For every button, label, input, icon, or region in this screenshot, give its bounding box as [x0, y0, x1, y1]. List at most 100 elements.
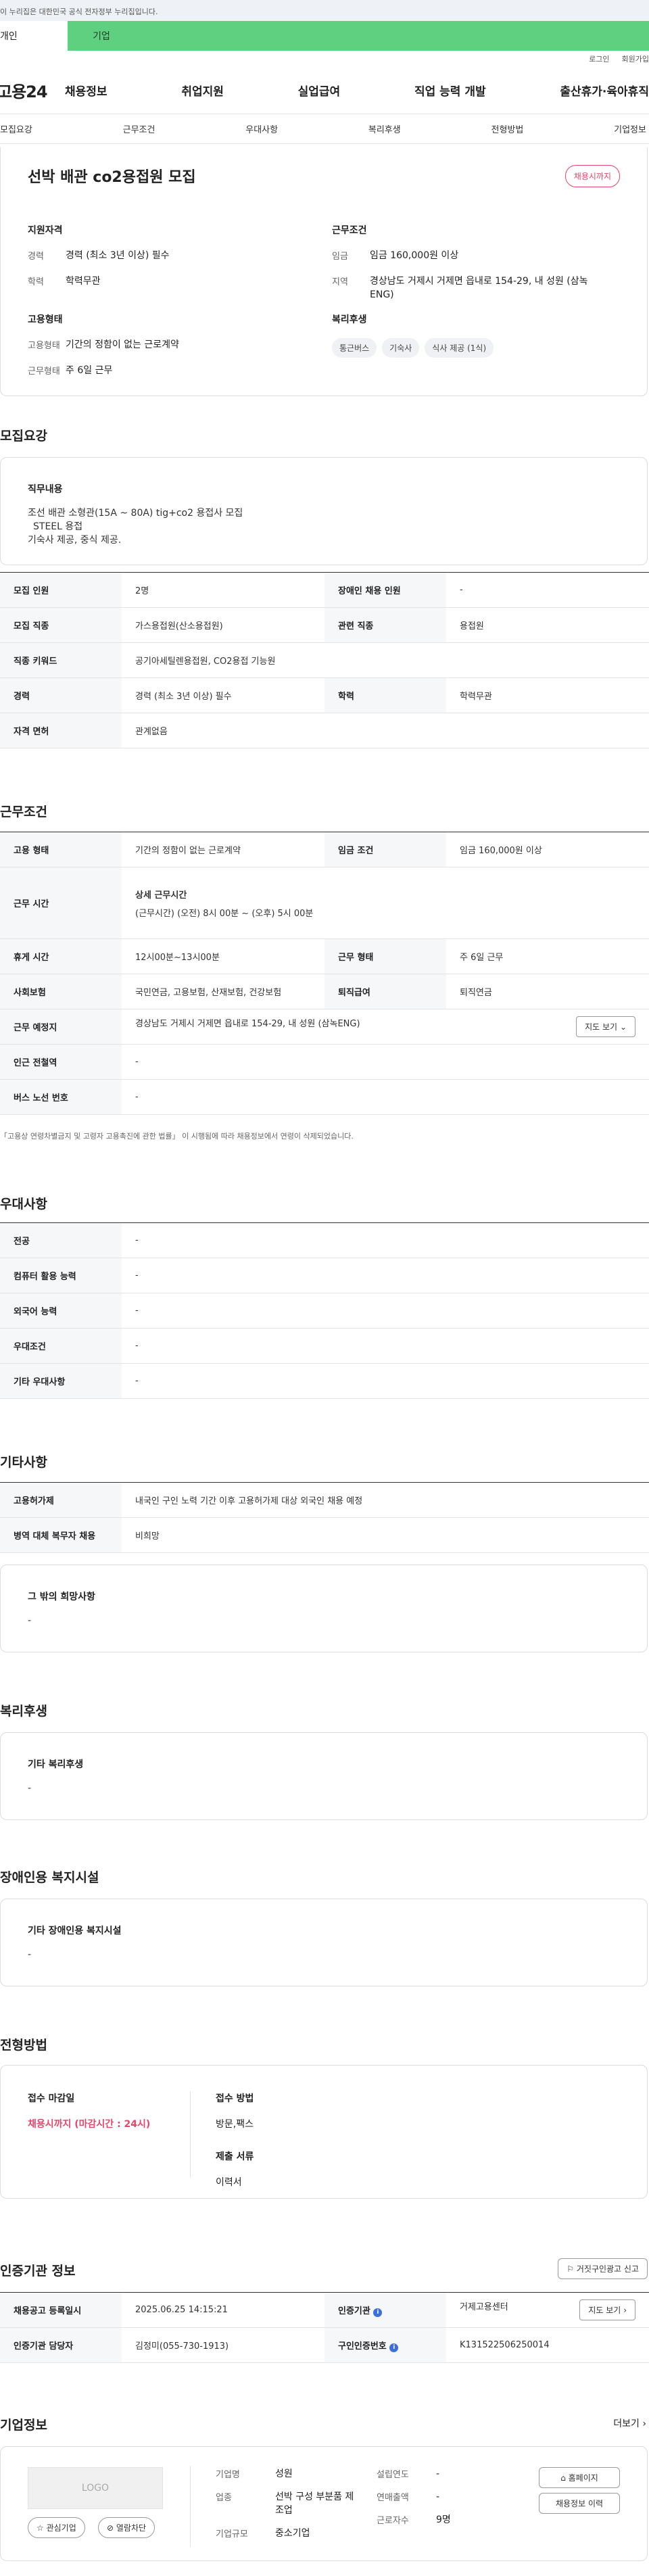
deadline-block: 접수 마감일 채용시까지 (마감시간 : 24시): [28, 2091, 150, 2130]
tab-company[interactable]: 기업: [68, 21, 135, 51]
cond-value: 경상남도 거제시 거제면 읍내로 154-29, 내 성원 (삼녹 ENG): [370, 276, 588, 300]
recruit-table: 모집 인원 2명 장애인 채용 인원 - 모집 직종 가스용접원(산소용접원) 관련 직종…: [0, 572, 649, 748]
time-subtitle: 상세 근무시간: [135, 890, 187, 901]
table-row: 모집 직종 가스용접원(산소용접원) 관련 직종 용접원: [0, 607, 649, 643]
row-label: 인증기관: [338, 2306, 370, 2316]
subnav-pref[interactable]: 우대사항: [245, 122, 278, 135]
hiring-history-button[interactable]: 채용정보 이력: [539, 2493, 620, 2514]
docs-title: 제출 서류: [216, 2151, 254, 2162]
job-title: 선박 배관 co2용접원 모집: [28, 169, 196, 186]
row-label: 외국어 능력: [0, 1293, 122, 1329]
row-label: 고용허가제: [0, 1482, 122, 1518]
subnav-work[interactable]: 근무조건: [123, 122, 155, 135]
welfare-chip: 식사 제공 (1식): [425, 338, 494, 358]
subnav-recruit[interactable]: 모집요강: [0, 122, 32, 135]
org-map-button[interactable]: 지도 보기 ›: [579, 2299, 635, 2320]
row-label: 관련 직종: [324, 607, 446, 643]
welfare-chip: 통근버스: [332, 338, 377, 358]
table-row: 고용허가제 내국인 구인 노력 기간 이후 고용허가제 대상 외국인 채용 예정: [0, 1482, 649, 1518]
row-value: -: [122, 1363, 649, 1399]
emp-label: 고용형태: [28, 341, 60, 351]
subnav-welfare[interactable]: 복리후생: [368, 122, 401, 135]
gnb-training[interactable]: 직업 능력 개발: [414, 82, 486, 99]
company-more-link[interactable]: 더보기 ›: [613, 2416, 646, 2430]
fact-value: -: [436, 2468, 440, 2479]
gnb-leave[interactable]: 출산휴가·육아휴직: [560, 82, 649, 99]
tab-personal[interactable]: 개인: [0, 21, 68, 51]
chevron-down-icon: ⌄: [619, 1022, 627, 1032]
row-label: 경력: [0, 677, 122, 713]
table-row: 인증기관 담당자 김정미(055-730-1913) 구인인증번호 i K131522…: [0, 2327, 649, 2363]
row-value: 김정미(055-730-1913): [122, 2327, 324, 2363]
section-nav: 모집요강 근무조건 우대사항 복리후생 전형방법 기업정보: [0, 114, 649, 144]
employment-block: 고용형태 고용형태 기간의 정함이 없는 근로계약 근무형태 주 6일 근무: [28, 312, 298, 389]
gnb-unemployment[interactable]: 실업급여: [298, 82, 341, 99]
cond-label: 지역: [332, 277, 348, 287]
table-row: 외국어 능력 -: [0, 1293, 649, 1329]
row-label: 학력: [324, 677, 446, 713]
table-row: 근무 시간 상세 근무시간 (근무시간) (오전) 8시 00분 ~ (오후) 5시…: [0, 867, 649, 939]
fact-value: 중소기업: [275, 2528, 310, 2539]
site-logo[interactable]: 고용24: [0, 78, 65, 102]
fact-label: 연매출액: [377, 2493, 409, 2503]
welfare-box-value: -: [28, 1783, 32, 1794]
signup-link[interactable]: 회원가입: [622, 53, 649, 64]
subnav-select[interactable]: 전형방법: [491, 122, 524, 135]
cond-value: 임금 160,000원 이상: [370, 250, 459, 261]
time-value: (근무시간) (오전) 8시 00분 ~ (오후) 5시 00분: [135, 908, 314, 919]
flag-icon: ⚐: [567, 2264, 575, 2274]
disability-box-title: 기타 장애인용 복지시설: [28, 1926, 122, 1936]
table-row: 병역 대체 복무자 채용 비희망: [0, 1517, 649, 1553]
place-value: 경상남도 거제시 거제면 읍내로 154-29, 내 성원 (삼녹ENG): [135, 1019, 360, 1029]
requirements-title: 지원자격: [28, 225, 63, 236]
homepage-button[interactable]: ⌂ 홈페이지: [539, 2467, 620, 2488]
welfare-box: 기타 복리후생 -: [0, 1732, 648, 1820]
fact-label: 설립연도: [377, 2470, 409, 2480]
map-view-button[interactable]: 지도 보기 ⌄: [576, 1016, 635, 1037]
company-logo: LOGO: [28, 2467, 163, 2509]
row-value: -: [122, 1293, 649, 1329]
welfare-box-title: 기타 복리후생: [28, 1759, 84, 1770]
row-value: K131522506250014: [446, 2327, 649, 2363]
cond-label: 임금: [332, 252, 348, 262]
row-label: 직종 키워드: [0, 642, 122, 678]
duty-line: 기숙사 제공, 중식 제공.: [28, 535, 122, 546]
fact-label: 기업명: [216, 2470, 240, 2480]
subnav-company[interactable]: 기업정보: [614, 122, 646, 135]
block-company-button[interactable]: ⊘ 열람차단: [98, 2517, 155, 2538]
req-value: 학력무관: [66, 276, 101, 287]
disability-title: 장애인용 복지시설: [0, 1870, 99, 1885]
row-label: 구인인증번호: [338, 2341, 387, 2352]
row-value: 기간의 정함이 없는 근로계약: [122, 832, 324, 867]
etc-table: 고용허가제 내국인 구인 노력 기간 이후 고용허가제 대상 외국인 채용 예정 …: [0, 1482, 649, 1553]
fact-label: 업종: [216, 2493, 232, 2503]
gnb-jobs[interactable]: 채용정보: [65, 82, 107, 99]
more-label: 더보기: [613, 2418, 640, 2429]
deadline-title: 접수 마감일: [28, 2093, 75, 2104]
disability-box-value: -: [28, 1949, 32, 1960]
login-link[interactable]: 로그인: [589, 53, 609, 64]
gnb-employment-support[interactable]: 취업지원: [181, 82, 224, 99]
table-row: 근무 예정지 경상남도 거제시 거제면 읍내로 154-29, 내 성원 (삼녹E…: [0, 1009, 649, 1045]
report-fake-ad-button[interactable]: ⚐ 거짓구인광고 신고: [558, 2258, 648, 2279]
info-icon[interactable]: i: [373, 2308, 383, 2317]
home-icon: ⌂: [560, 2473, 566, 2483]
row-label: 근무 형태: [324, 938, 446, 974]
map-view-label: 지도 보기: [585, 1022, 618, 1032]
etc-title: 기타사항: [0, 1455, 47, 1470]
method-block: 접수 방법 방문,팩스 제출 서류 이력서: [216, 2091, 254, 2189]
fact-value: -: [436, 2491, 440, 2502]
row-label: 자격 면허: [0, 713, 122, 748]
row-value: 국민연금, 고용보험, 산재보험, 건강보험: [122, 974, 324, 1009]
row-value: -: [122, 1328, 649, 1364]
company-title: 기업정보: [0, 2418, 47, 2433]
recruit-title: 모집요강: [0, 429, 47, 444]
row-label: 근무 시간: [0, 867, 122, 939]
info-icon[interactable]: i: [389, 2343, 399, 2352]
favorite-company-button[interactable]: ☆ 관심기업: [28, 2517, 85, 2538]
req-label: 학력: [28, 277, 44, 287]
row-label: 전공: [0, 1222, 122, 1258]
row-value: 2025.06.25 14:15:21: [122, 2292, 324, 2328]
etc-box-value: -: [28, 1615, 32, 1626]
row-label: 고용 형태: [0, 832, 122, 867]
